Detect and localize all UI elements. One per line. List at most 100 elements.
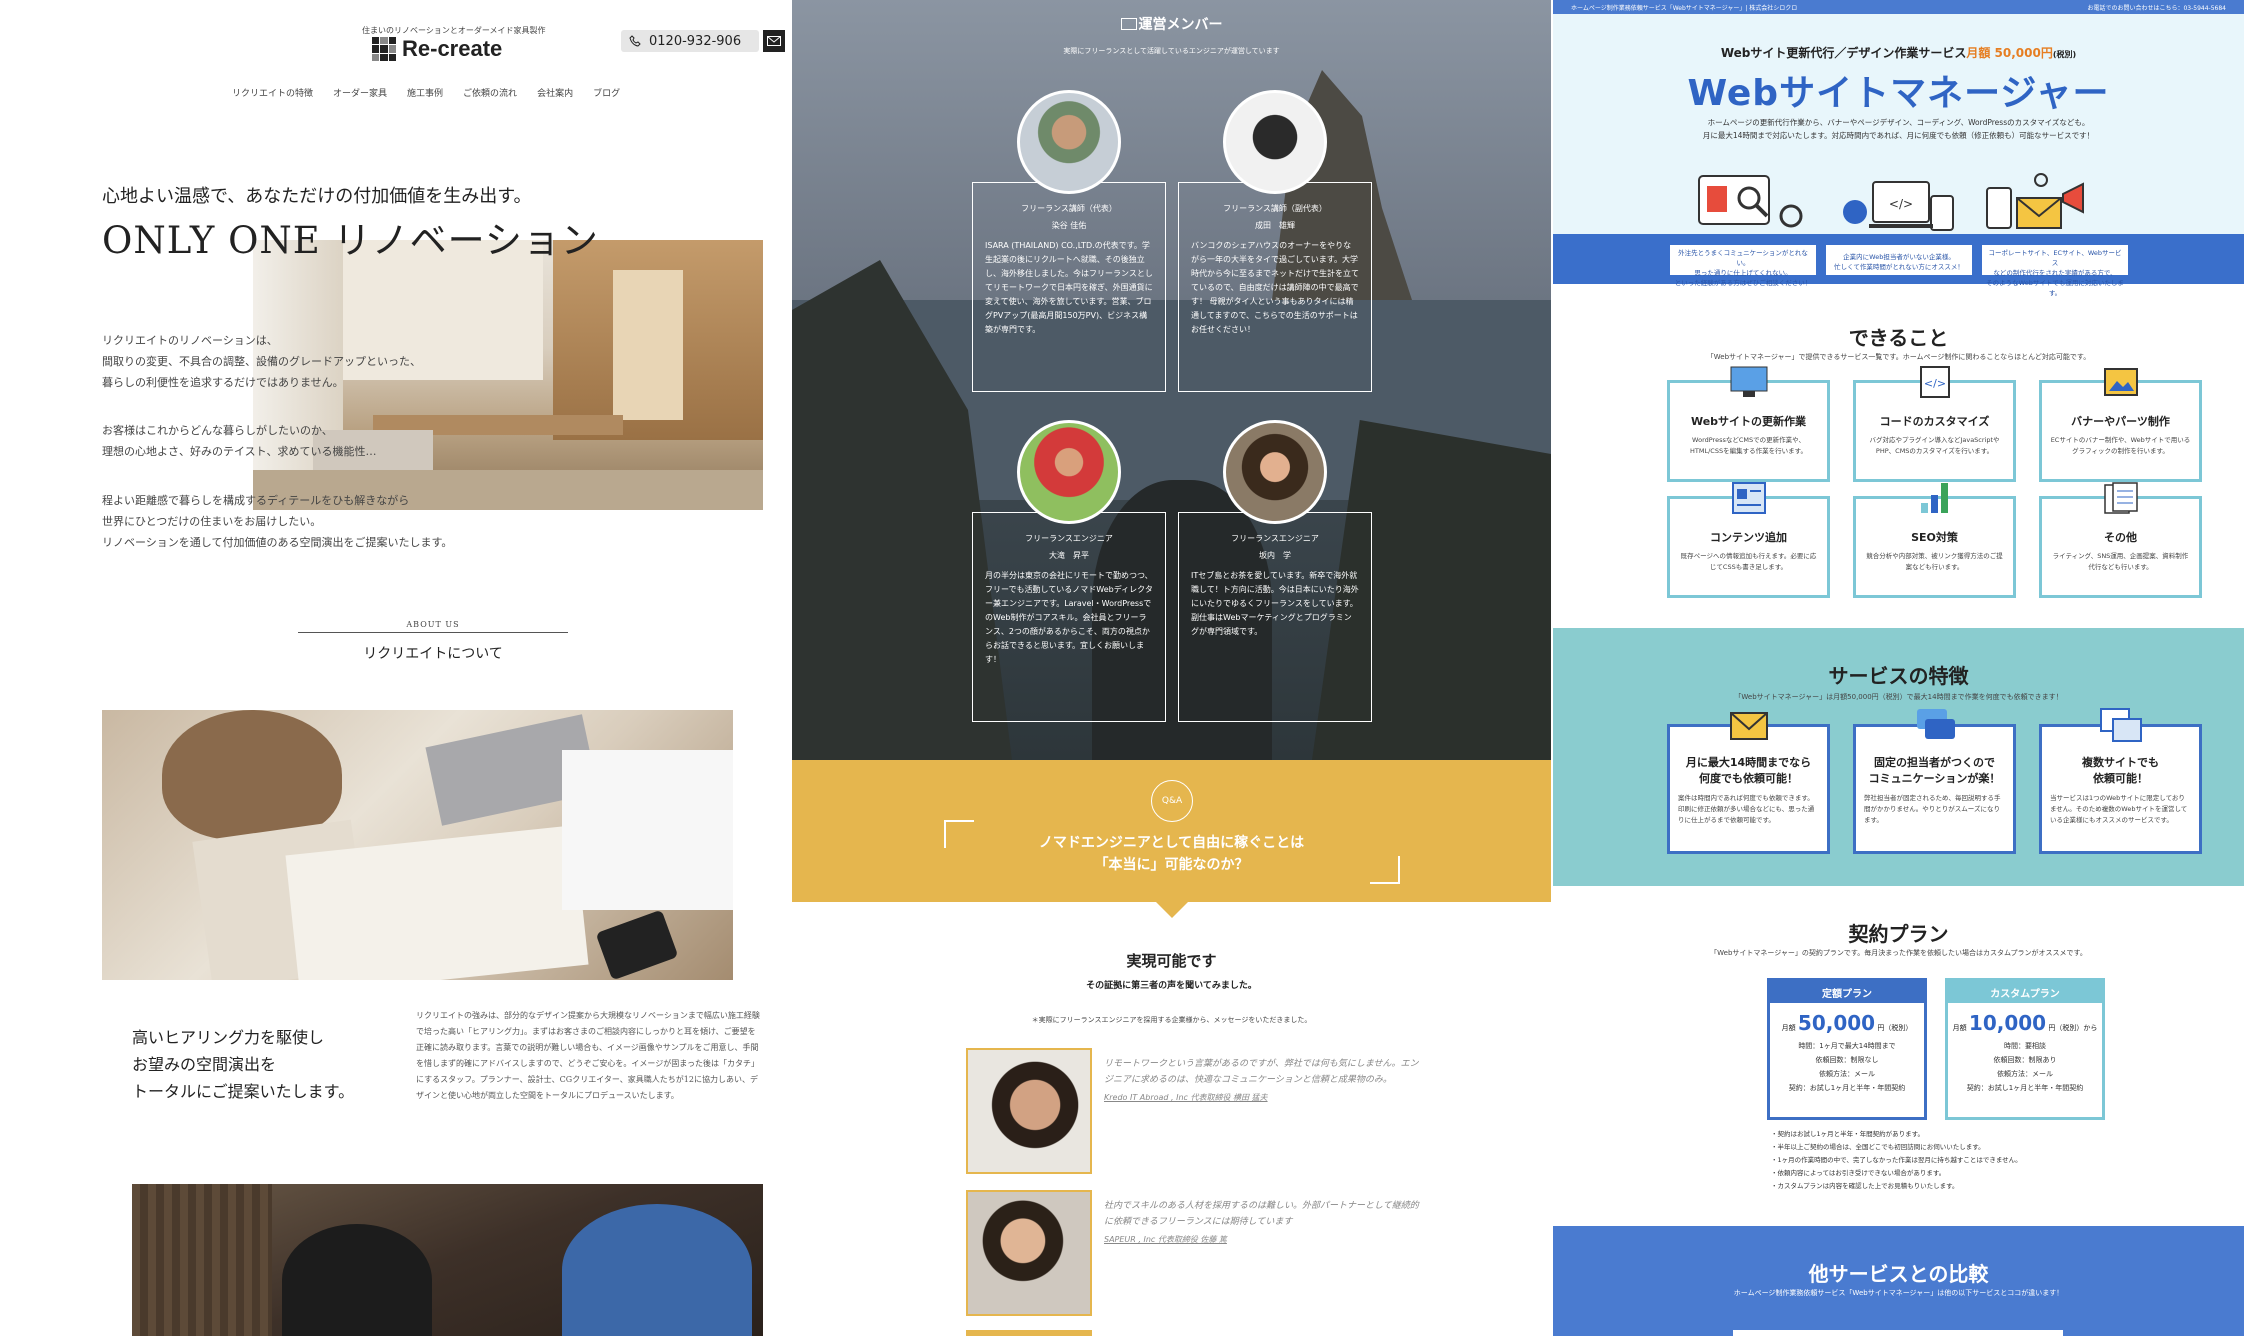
bar-chart-icon xyxy=(1920,483,1948,513)
hero-lead: 心地よい温感で、あなただけの付加価値を生み出す。 xyxy=(102,186,532,207)
plan-detail: 時間：要相談 xyxy=(2004,1042,2046,1050)
intro-line: 理想の心地よさ、好みのテイスト、求めている機能性… xyxy=(102,445,377,458)
feature-title-line: 複数サイトでも xyxy=(2082,756,2159,769)
feature-heading: 高いヒアリング力を駆使し お望みの空間演出を トータルにご提案いたします。 xyxy=(132,1024,354,1105)
nav-flow[interactable]: ご依頼の流れ xyxy=(463,86,517,99)
chat-icon xyxy=(1916,709,1955,739)
mail-button[interactable] xyxy=(763,30,785,52)
marketing-icon xyxy=(1986,173,2084,229)
logo-text: Re-create xyxy=(402,36,503,61)
qa-question: ノマドエンジニアとして自由に稼ぐことは 「本当に」可能なのか？ xyxy=(792,832,1551,876)
top-bar-title: ホームページ制作業務依頼サービス「Webサイトマネージャー」| 株式会社シロクロ xyxy=(1571,4,1798,12)
members-subtitle: 実際にフリーランスとして活躍しているエンジニアが運営しています xyxy=(1063,47,1280,55)
testimonial: リモートワークという言葉があるのですが、弊社では何も気にしません。エンジニアに求… xyxy=(966,1048,1426,1174)
member-role: フリーランス講師（代表） xyxy=(1021,204,1117,213)
target-line: そのようなWebサイトでも運用に対応いたします。 xyxy=(1986,279,2124,297)
plan-detail: 依頼回数：制限あり xyxy=(1993,1056,2057,1064)
testimonial-text: リモートワークという言葉があるのですが、弊社では何も気にしません。エンジニアに求… xyxy=(1104,1056,1424,1106)
plan-name: 定額プラン xyxy=(1770,981,1924,1003)
testimonial-photo xyxy=(966,1048,1092,1174)
site-logo[interactable]: Re-create xyxy=(372,36,502,62)
plan-card-custom[interactable]: カスタムプラン 月額 10,000 円（税別）から 時間：要相談 依頼回数：制限… xyxy=(1945,978,2105,1120)
service-card: その他 ライティング、SNS運用、企画提案、資料制作代行なども行います。 xyxy=(2039,482,2202,598)
service-card: </> コードのカスタマイズ バグ対応やプラグイン導入などJavaScriptや… xyxy=(1853,366,2016,482)
nomad-page: 運営メンバー 実際にフリーランスとして活躍しているエンジニアが運営しています フ… xyxy=(792,0,1551,1336)
plan-price-unit: 円（税別） xyxy=(1877,1024,1913,1032)
hero-price: 月額 50,000円 xyxy=(1966,46,2053,60)
hero-description-line: ホームページの更新代行作業から、バナーやページデザイン、コーディング、WordP… xyxy=(1707,118,2090,127)
feature-card: 固定の担当者がつくので コミュニケーションが楽！ 弊社担当者が固定されるため、毎回… xyxy=(1853,709,2016,854)
services-title: できること xyxy=(1848,326,1949,350)
testimonial-quote: リモートワークという言葉があるのですが、弊社では何も気にしません。エンジニアに求… xyxy=(1104,1059,1419,1085)
about-title: リクリエイトについて xyxy=(363,646,503,662)
windows-icon xyxy=(2099,708,2142,742)
answer-note: ＊実際にフリーランスエンジニアを採用する企業様から、メッセージをいただきました。 xyxy=(1031,1016,1312,1024)
target-line: 企業内にWeb担当者がいない企業様。 xyxy=(1843,253,1955,261)
qa-line: 「本当に」可能なのか？ xyxy=(1094,857,1249,873)
services-subtitle: 「Webサイトマネージャー」で提供できるサービス一覧です。ホームページ制作に関わ… xyxy=(1706,353,2091,361)
qa-badge: Q&A xyxy=(1151,780,1193,822)
header: 住まいのリノベーションとオーダーメイド家具製作 Re-create 0120-9… xyxy=(0,0,790,110)
target-box: 企業内にWeb担当者がいない企業様。 忙しくて作業時間がとれない方にオススメ！ xyxy=(1825,244,1973,276)
hero-title: Webサイトマネージャー xyxy=(1687,73,2110,114)
devices-icon: </> xyxy=(1843,181,1954,231)
monitor-icon xyxy=(1730,366,1767,397)
member-role: フリーランスエンジニア xyxy=(1025,534,1113,543)
phone-number: 0120-932-906 xyxy=(649,33,742,49)
feature-desc: 案件は時間内であれば何度でも依頼できます。印刷に修正依頼が多い場合などにも、思っ… xyxy=(1678,794,1815,824)
service-card: バナーやパーツ制作 ECサイトのバナー制作や、Webサイトで用いるグラフィックの… xyxy=(2039,368,2202,482)
target-line: 忙しくて作業時間がとれない方にオススメ！ xyxy=(1834,263,1964,271)
hero-service-label: Webサイト更新代行／デザイン作業サービス xyxy=(1720,46,1967,60)
member-card: フリーランス講師（副代表） 成田 雄輝 バンコクのシェアハウスのオーナーをやりな… xyxy=(1178,182,1372,392)
plan-card-fixed[interactable]: 定額プラン 月額 50,000 円（税別） 時間：1ヶ月で最大14時間まで 依頼… xyxy=(1767,978,1927,1120)
service-title: コードのカスタマイズ xyxy=(1879,415,1990,428)
nav-company[interactable]: 会社案内 xyxy=(537,86,573,99)
nav-blog[interactable]: ブログ xyxy=(593,86,620,99)
intro-paragraph-1: リクリエイトのリノベーションは、 間取りの変更、不具合の調整、設備のグレードアッ… xyxy=(102,330,421,393)
about-label: ABOUT US xyxy=(406,620,460,629)
testimonial-author[interactable]: SAPEUR , Inc 代表取締役 佐藤 篤 xyxy=(1104,1232,1424,1248)
feature-heading-line: お望みの空間演出を xyxy=(132,1055,277,1074)
hero-tax-note: (税別) xyxy=(2052,50,2077,59)
answer-subtitle: その証拠に第三者の声を聞いてみました。 xyxy=(1086,981,1257,991)
feature-heading-line: 高いヒアリング力を駆使し xyxy=(132,1028,325,1047)
member-name: 染谷 佳佑 xyxy=(1051,221,1087,230)
intro-paragraph-2: お客様はこれからどんな暮らしがしたいのか、 理想の心地よさ、好みのテイスト、求め… xyxy=(102,420,376,462)
answer-title: 実現可能です xyxy=(1126,952,1217,970)
testimonial-author[interactable]: Kredo IT Abroad , Inc 代表取締役 横田 猛夫 xyxy=(1104,1090,1424,1106)
service-title: コンテンツ追加 xyxy=(1710,531,1787,544)
intro-line: 間取りの変更、不具合の調整、設備のグレードアップといった、 xyxy=(102,355,421,368)
content-icon xyxy=(1731,482,1766,514)
divider xyxy=(298,632,568,633)
nav-features[interactable]: リクリエイトの特徴 xyxy=(232,86,313,99)
members-section: 運営メンバー 実際にフリーランスとして活躍しているエンジニアが運営しています フ… xyxy=(792,0,1551,760)
intro-line: リクリエイトのリノベーションは、 xyxy=(102,334,278,347)
qa-section: Q&A ノマドエンジニアとして自由に稼ぐことは 「本当に」可能なのか？ xyxy=(792,760,1551,902)
top-bar-phone[interactable]: お電話でのお問い合わせはこちら：03-5944-5684 xyxy=(2087,3,2226,12)
plan-detail: 契約：お試し1ヶ月と半年・年間契約 xyxy=(1966,1084,2084,1092)
member-card: フリーランス講師（代表） 染谷 佳佑 ISARA (THAILAND) CO.,… xyxy=(972,182,1166,392)
members-icon xyxy=(1120,18,1137,30)
feature-title-line: 固定の担当者がつくので xyxy=(1874,756,1995,769)
member-avatar xyxy=(1223,90,1327,194)
service-title: SEO対策 xyxy=(1911,531,1958,544)
nav-works[interactable]: 施工事例 xyxy=(407,86,443,99)
plans-subtitle: 「Webサイトマネージャー」の契約プランです。毎月決まった作業を依頼したい場合は… xyxy=(1710,949,2087,957)
plan-details: 時間：1ヶ月で最大14時間まで 依頼回数：制限なし 依頼方法：メール 契約：お試… xyxy=(1770,1039,1924,1095)
plans-title: 契約プラン xyxy=(1848,922,1949,946)
plan-name: カスタムプラン xyxy=(1948,981,2102,1003)
hero-description: ホームページの更新代行作業から、バナーやページデザイン、コーディング、WordP… xyxy=(1553,116,2244,142)
target-line: などの制作代行をされた実績がある方で、 xyxy=(1993,269,2117,277)
intro-paragraph-3: 程よい距離感で暮らしを構成するディテールをひも解きながら 世界にひとつだけの住ま… xyxy=(102,490,452,553)
logo-mark-icon xyxy=(372,37,396,61)
member-avatar xyxy=(1017,90,1121,194)
features-title: サービスの特徴 xyxy=(1828,664,1969,688)
phone-button[interactable]: 0120-932-906 xyxy=(621,30,759,52)
nav-furniture[interactable]: オーダー家具 xyxy=(333,86,387,99)
intro-line: リノベーションを通して付加価値のある空間演出をご提案いたします。 xyxy=(102,536,453,549)
service-card: SEO対策 競合分析や内部対策、被リンク獲得方法のご提案なども行います。 xyxy=(1853,483,2016,598)
feature-title: 固定の担当者がつくので コミュニケーションが楽！ xyxy=(1856,755,2013,787)
feature-title-line: コミュニケーションが楽！ xyxy=(1868,772,2001,785)
testimonial-photo-edge xyxy=(966,1330,1092,1336)
target-line: コーポレートサイト、ECサイト、Webサービス xyxy=(1988,249,2122,267)
